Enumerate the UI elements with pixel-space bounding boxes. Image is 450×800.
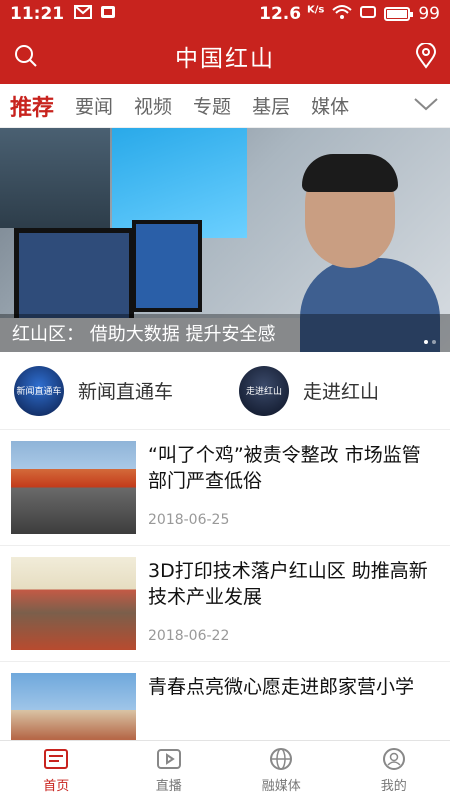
app-header: 中国红山 [0,28,450,84]
user-icon [381,747,407,771]
location-button[interactable] [412,42,440,70]
battery-icon [384,7,414,21]
carousel-dot [432,340,436,344]
globe-icon [268,747,294,771]
network-speed: 12.6 K/s [259,4,325,24]
channel-enter-hongshan[interactable]: 走进红山 走进红山 [225,365,450,416]
expand-tabs-chevron-down-icon[interactable] [414,96,438,115]
battery-percent: 99 [418,4,440,24]
hero-image-bg [0,128,110,228]
carousel-indicator [424,340,436,344]
news-thumbnail [11,441,136,534]
tab-video[interactable]: 视频 [134,92,172,119]
search-icon [15,45,37,67]
sim-card-icon [100,4,116,24]
tab-grassroots[interactable]: 基层 [252,92,290,119]
tab-topics[interactable]: 专题 [193,92,231,119]
bottom-nav: 首页 直播 融媒体 我的 [0,740,450,800]
channel-logo: 走进红山 [239,365,289,416]
screen-rotate-icon [360,4,377,24]
news-headline: 3D打印技术落户红山区 助推高新技术产业发展 [148,560,428,608]
status-bar: 11:21 12.6 K/s 99 [0,0,450,28]
play-icon [156,747,182,771]
search-button[interactable] [12,42,40,70]
battery-level [387,10,408,18]
nav-media[interactable]: 融媒体 [225,741,338,800]
nav-label: 我的 [380,779,407,794]
channel-news-express[interactable]: 新闻直通车 新闻直通车 [0,365,225,416]
nav-home[interactable]: 首页 [0,741,113,800]
news-icon [43,747,69,771]
channel-row: 新闻直通车 新闻直通车 走进红山 走进红山 [0,352,450,430]
channel-name: 走进红山 [303,381,380,403]
nav-label: 首页 [43,779,70,794]
hero-banner[interactable]: 红山区： 借助大数据 提升安全感 [0,128,450,352]
nav-label: 直播 [155,779,182,794]
tab-recommend[interactable]: 推荐 [10,90,54,131]
status-time: 11:21 [10,4,65,24]
category-tabs: 推荐 要闻 视频 专题 基层 媒体 [0,84,450,131]
location-pin-icon [415,43,437,69]
tab-media[interactable]: 媒体 [311,92,349,119]
channel-name: 新闻直通车 [78,381,174,403]
mail-icon [74,4,93,24]
nav-mine[interactable]: 我的 [338,741,450,800]
news-headline: 青春点亮微心愿走进郎家营小学 [148,676,415,698]
news-item[interactable]: “叫了个鸡”被责令整改 市场监管部门严查低俗 2018-06-25 [0,430,450,546]
carousel-dot [424,340,428,344]
hero-caption: 红山区： 借助大数据 提升安全感 [0,314,450,352]
news-date: 2018-06-22 [148,628,230,644]
app-title: 中国红山 [175,46,275,72]
nav-live[interactable]: 直播 [113,741,226,800]
tab-headlines[interactable]: 要闻 [75,92,113,119]
news-list: “叫了个鸡”被责令整改 市场监管部门严查低俗 2018-06-25 3D打印技术… [0,430,450,778]
news-thumbnail [11,557,136,650]
news-date: 2018-06-25 [148,512,230,528]
news-item[interactable]: 3D打印技术落户红山区 助推高新技术产业发展 2018-06-22 [0,546,450,662]
nav-label: 融媒体 [261,779,301,794]
wifi-icon [332,4,353,25]
news-headline: “叫了个鸡”被责令整改 市场监管部门严查低俗 [148,444,421,492]
channel-logo: 新闻直通车 [14,365,64,416]
